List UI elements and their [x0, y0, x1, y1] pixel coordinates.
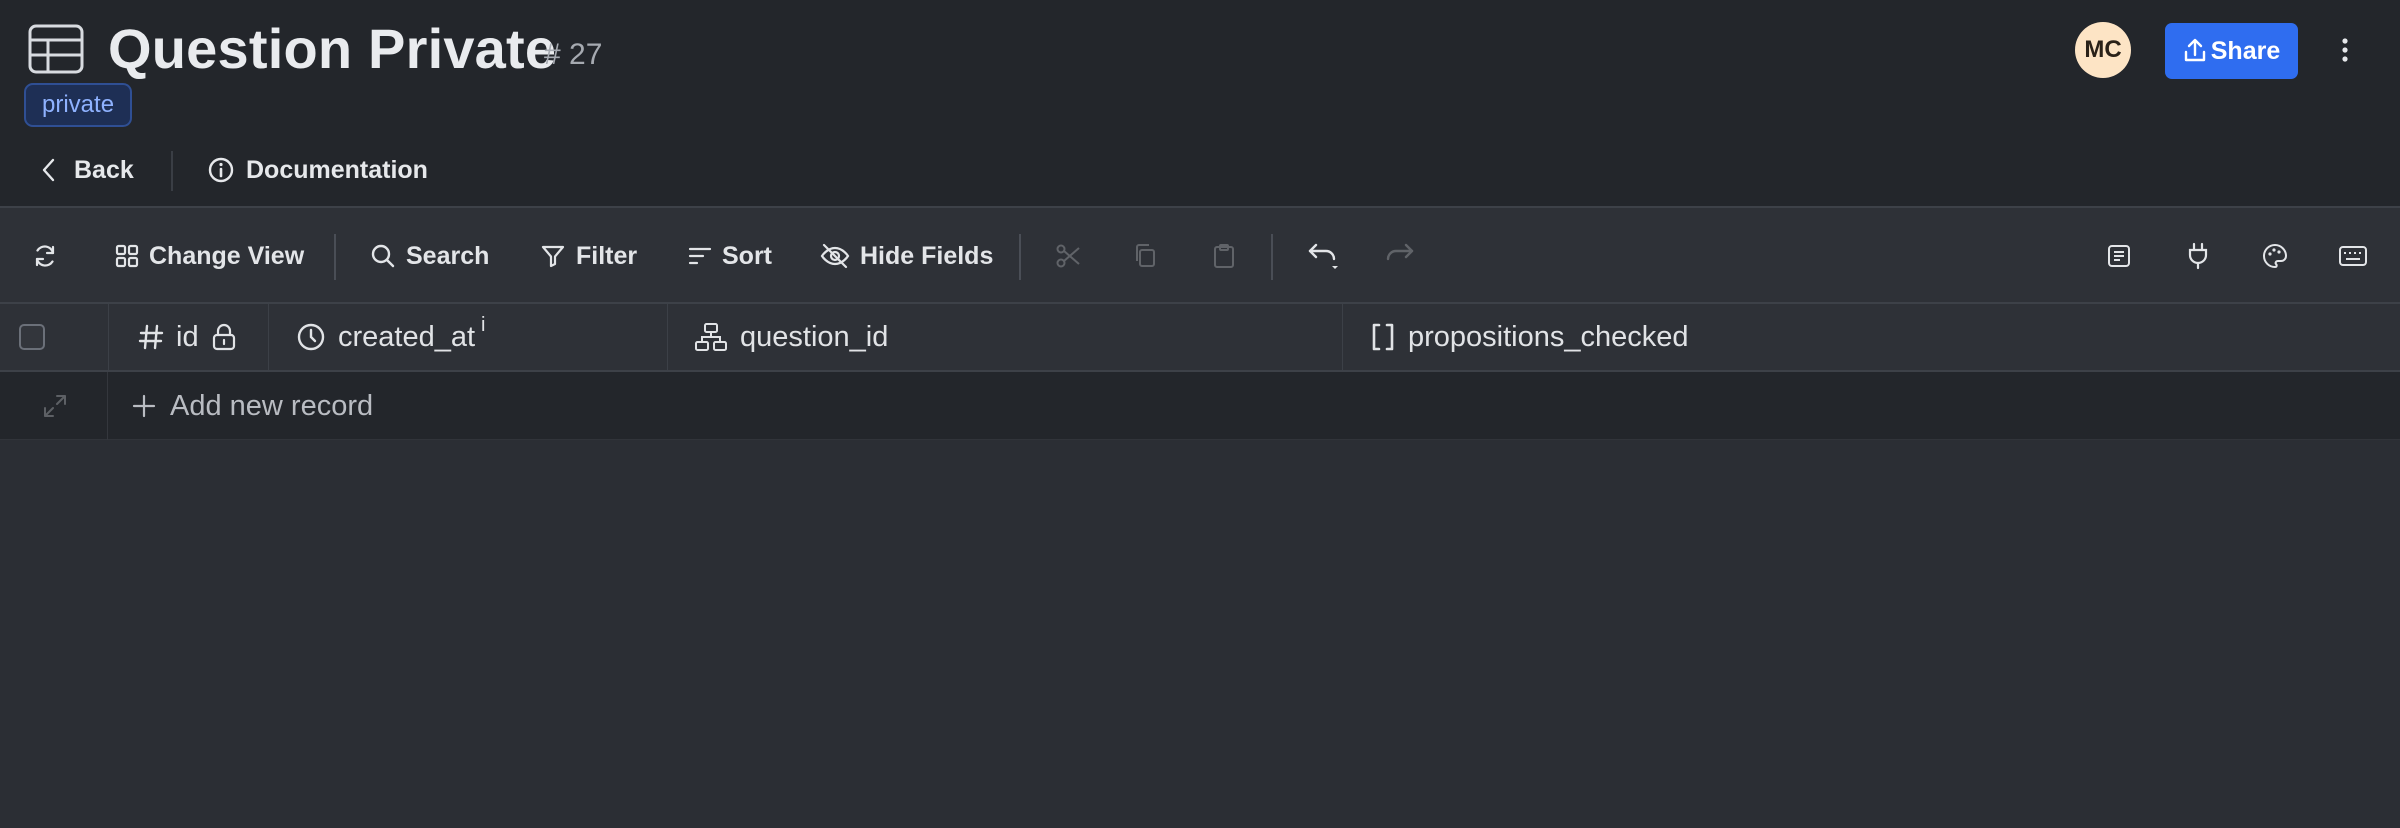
scissors-icon: [1056, 244, 1080, 268]
toolbar-divider: [334, 234, 336, 280]
filter-icon: [541, 245, 565, 268]
add-record-row: Add new record: [0, 372, 2400, 440]
table-icon: [28, 24, 84, 74]
documentation-button[interactable]: Documentation: [208, 150, 428, 190]
theme-button[interactable]: [2262, 208, 2288, 304]
refresh-button[interactable]: [32, 208, 58, 304]
column-divider: [1342, 304, 1343, 370]
toolbar-divider: [1271, 234, 1273, 280]
page-title: Question Private: [108, 17, 557, 80]
add-new-record-button[interactable]: Add new record: [132, 372, 373, 440]
column-header-created-at[interactable]: created_at i: [296, 304, 486, 370]
column-divider: [268, 304, 269, 370]
plus-icon: [132, 394, 156, 418]
sort-icon: [688, 247, 712, 265]
copy-icon: [1136, 244, 1155, 267]
redo-icon: [1386, 243, 1414, 261]
upload-icon: [2184, 38, 2205, 62]
record-id: # 27: [544, 38, 603, 71]
eye-off-icon: [820, 243, 850, 269]
undo-button[interactable]: [1306, 208, 1340, 304]
filter-label: Filter: [576, 241, 638, 270]
search-icon: [371, 244, 395, 268]
search-label: Search: [406, 241, 490, 270]
page-header: Question Private # 27 private MC Share B…: [0, 0, 2400, 206]
change-view-button[interactable]: Change View: [115, 208, 304, 304]
keyboard-icon: [2339, 246, 2367, 266]
add-new-record-label: Add new record: [170, 389, 374, 422]
integrations-button[interactable]: [2186, 208, 2210, 304]
hash-icon: [138, 324, 164, 350]
plug-icon: [2188, 242, 2208, 270]
grid-icon: [115, 244, 139, 268]
column-label: propositions_checked: [1408, 320, 1689, 353]
row-gutter: [0, 372, 108, 440]
cut-button[interactable]: [1055, 208, 1081, 304]
column-label: question_id: [740, 320, 889, 353]
more-vertical-icon[interactable]: [2334, 34, 2356, 66]
toolbar-divider: [1019, 234, 1021, 280]
clipboard-icon: [1214, 244, 1234, 268]
visibility-tag[interactable]: private: [24, 83, 133, 127]
sort-label: Sort: [722, 241, 772, 270]
lock-icon: [212, 323, 235, 351]
documentation-label: Documentation: [246, 155, 428, 184]
paste-button[interactable]: [1212, 208, 1236, 304]
column-info-marker[interactable]: i: [481, 314, 485, 337]
redo-button[interactable]: [1382, 208, 1416, 304]
hide-fields-label: Hide Fields: [860, 241, 994, 270]
keyboard-shortcuts-button[interactable]: [2339, 208, 2367, 304]
filter-button[interactable]: Filter: [540, 208, 637, 304]
column-label: created_at: [338, 320, 476, 353]
hide-fields-button[interactable]: Hide Fields: [820, 208, 993, 304]
column-header-id[interactable]: id: [138, 304, 237, 370]
expand-icon[interactable]: [42, 393, 68, 419]
search-button[interactable]: Search: [370, 208, 489, 304]
share-label: Share: [2210, 36, 2281, 65]
back-button[interactable]: Back: [40, 150, 134, 190]
grid-header: id created_at i question_id propositions…: [0, 304, 2400, 372]
column-header-question-id[interactable]: question_id: [694, 304, 888, 370]
brackets-icon: [1372, 323, 1394, 351]
form-view-button[interactable]: [2107, 208, 2131, 304]
form-icon: [2108, 245, 2130, 267]
avatar[interactable]: MC: [2075, 22, 2131, 78]
share-button[interactable]: Share: [2165, 23, 2298, 79]
sort-button[interactable]: Sort: [688, 208, 772, 304]
back-label: Back: [74, 155, 134, 184]
change-view-label: Change View: [149, 241, 305, 270]
toolbar: Change View Search Filter Sort Hide Fiel…: [0, 206, 2400, 304]
column-divider: [108, 304, 109, 370]
copy-button[interactable]: [1133, 208, 1157, 304]
refresh-icon: [35, 245, 55, 267]
clock-icon: [297, 323, 325, 351]
chevron-left-icon: [42, 158, 55, 182]
column-label: id: [176, 320, 199, 353]
undo-icon: [1308, 243, 1338, 269]
palette-icon: [2263, 243, 2288, 269]
column-divider: [667, 304, 668, 370]
info-icon: [208, 157, 234, 183]
relation-icon: [695, 323, 727, 351]
nav-divider: [171, 151, 173, 191]
column-header-propositions-checked[interactable]: propositions_checked: [1370, 304, 1689, 370]
select-all-checkbox[interactable]: [19, 324, 45, 350]
